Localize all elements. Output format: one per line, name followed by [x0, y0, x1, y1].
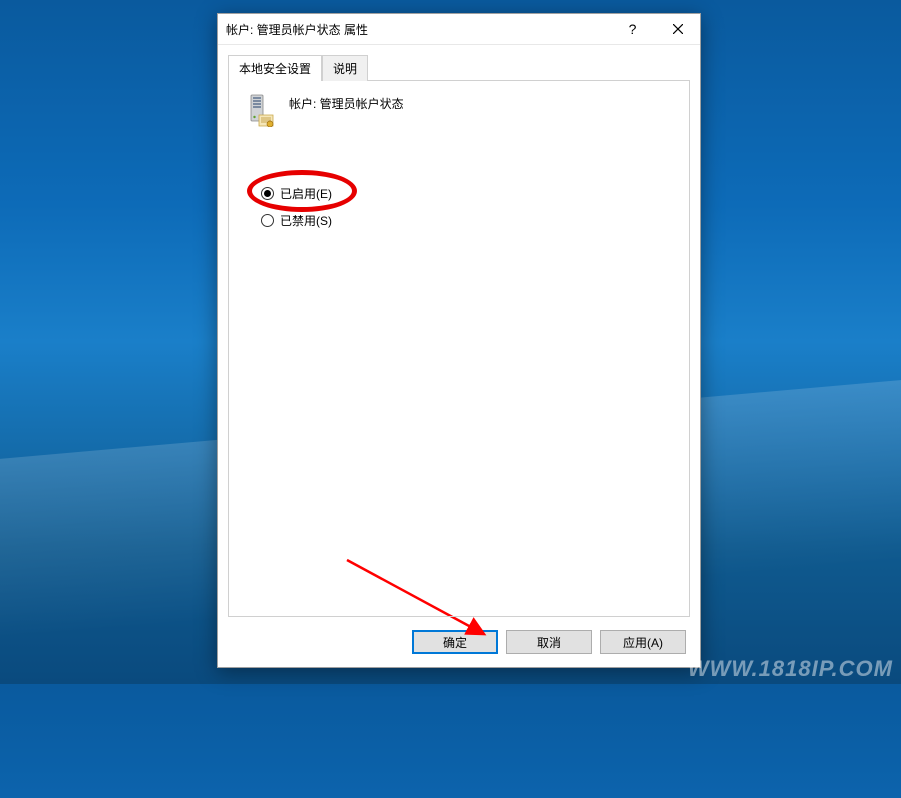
tab-panel: 帐户: 管理员帐户状态 已启用(E) 已禁用(S)	[228, 80, 690, 617]
ok-button[interactable]: 确定	[412, 630, 498, 654]
titlebar: 帐户: 管理员帐户状态 属性 ?	[218, 14, 700, 45]
watermark: WWW.1818IP.COM	[688, 656, 893, 682]
radio-enabled-label: 已启用(E)	[280, 185, 332, 202]
tab-explanation[interactable]: 说明	[322, 55, 368, 81]
help-button[interactable]: ?	[610, 15, 655, 44]
server-policy-icon	[243, 93, 277, 127]
properties-dialog: 帐户: 管理员帐户状态 属性 ? 本地安全设置 说明	[217, 13, 701, 668]
radio-disabled[interactable]: 已禁用(S)	[261, 212, 675, 229]
dialog-body: 本地安全设置 说明 帐户: 管理员帐户状态	[218, 45, 700, 617]
tab-strip: 本地安全设置 说明	[228, 55, 690, 81]
radio-dot-icon	[261, 187, 274, 200]
close-icon	[673, 24, 683, 34]
policy-title: 帐户: 管理员帐户状态	[289, 93, 404, 112]
radio-circle-icon	[261, 214, 274, 227]
close-button[interactable]	[655, 15, 700, 44]
dialog-button-bar: 确定 取消 应用(A)	[218, 617, 700, 667]
radio-group: 已启用(E) 已禁用(S)	[261, 185, 675, 229]
radio-enabled[interactable]: 已启用(E)	[261, 185, 675, 202]
policy-header-row: 帐户: 管理员帐户状态	[243, 93, 675, 127]
apply-button[interactable]: 应用(A)	[600, 630, 686, 654]
cancel-button[interactable]: 取消	[506, 630, 592, 654]
radio-disabled-label: 已禁用(S)	[280, 212, 332, 229]
dialog-title: 帐户: 管理员帐户状态 属性	[226, 21, 610, 38]
tab-local-security[interactable]: 本地安全设置	[228, 55, 322, 81]
